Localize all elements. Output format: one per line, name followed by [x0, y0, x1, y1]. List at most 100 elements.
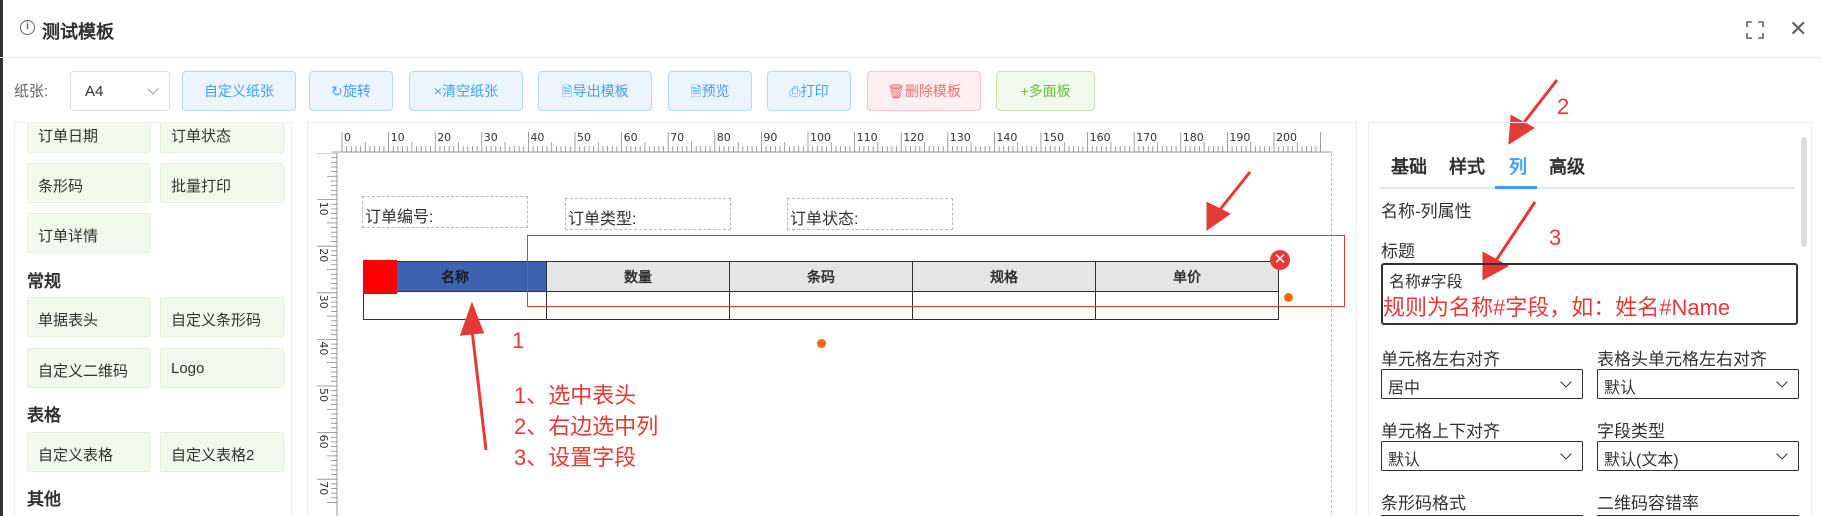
- ruler-top-label: 130: [950, 131, 971, 144]
- palette-item-doc-header[interactable]: 单据表头: [27, 297, 151, 337]
- chevron-down-icon: [1560, 448, 1572, 460]
- close-icon[interactable]: ✕: [1789, 18, 1807, 40]
- palette-group-other: 其他: [27, 490, 61, 509]
- selection-handle[interactable]: [363, 260, 397, 294]
- field-order-status[interactable]: 订单状态:: [787, 198, 953, 230]
- ruler-left-label: 60: [317, 435, 330, 449]
- ruler-top-label: 80: [717, 131, 731, 144]
- ruler-top-label: 170: [1136, 131, 1157, 144]
- palette-group-general: 常规: [27, 272, 61, 291]
- annotation-step-3: 3、设置字段: [514, 445, 637, 470]
- ruler-left-label: 50: [317, 388, 330, 402]
- palette-group-table: 表格: [27, 406, 61, 425]
- export-template-button[interactable]: 🗎导出模板: [538, 71, 652, 111]
- palette-item-order-status[interactable]: 订单状态: [160, 123, 284, 153]
- annotation-highlight-box: [527, 235, 1345, 307]
- cell-v-align-select[interactable]: 默认: [1381, 441, 1583, 471]
- section-title: 名称-列属性: [1381, 202, 1472, 221]
- barcode-format-label: 条形码格式: [1381, 494, 1466, 513]
- paper-size-value: A4: [85, 83, 104, 100]
- ruler-left-label: 10: [317, 202, 330, 216]
- ruler-top-label: 70: [670, 131, 684, 144]
- cell-h-align-value: 居中: [1388, 380, 1421, 397]
- annotation-step-1: 1、选中表头: [514, 383, 637, 408]
- palette-item-custom-barcode[interactable]: 自定义条形码: [160, 297, 284, 337]
- tab-style[interactable]: 样式: [1449, 153, 1485, 179]
- element-palette: 订单日期 订单状态 条形码 批量打印 订单详情 常规 单据表头 自定义条形码 自…: [14, 122, 292, 516]
- delete-element-icon[interactable]: ✕: [1270, 250, 1290, 270]
- ruler-left-label: 30: [317, 295, 330, 309]
- cell-h-align-label: 单元格左右对齐: [1381, 350, 1500, 369]
- ruler-top-label: 10: [391, 131, 405, 144]
- ruler-top-label: 140: [996, 131, 1017, 144]
- print-button[interactable]: ⎙打印: [767, 71, 851, 111]
- palette-item-custom-qrcode[interactable]: 自定义二维码: [27, 348, 151, 388]
- cell-v-align-label: 单元格上下对齐: [1381, 422, 1500, 441]
- paper-label: 纸张:: [14, 83, 49, 100]
- palette-item-logo[interactable]: Logo: [160, 348, 284, 388]
- delete-template-button[interactable]: 🗑删除模板: [867, 71, 981, 111]
- multi-panel-button[interactable]: +多面板: [996, 71, 1095, 111]
- fullscreen-icon[interactable]: [1746, 21, 1764, 39]
- cell-v-align-value: 默认: [1388, 452, 1421, 469]
- table-body-cell[interactable]: [363, 291, 547, 320]
- header-h-align-select[interactable]: 默认: [1597, 369, 1799, 399]
- ruler-top-label: 180: [1183, 131, 1204, 144]
- palette-item-barcode[interactable]: 条形码: [27, 163, 151, 203]
- ruler-top-label: 150: [1043, 131, 1064, 144]
- tab-column[interactable]: 列: [1509, 153, 1527, 179]
- ruler-top-label: 90: [763, 131, 777, 144]
- annotation-number-1: 1: [512, 328, 525, 353]
- ruler-top-label: 20: [437, 131, 451, 144]
- ruler-top-label: 100: [810, 131, 831, 144]
- ruler-top-label: 60: [624, 131, 638, 144]
- rotate-button[interactable]: ↻旋转: [309, 71, 393, 111]
- field-type-select[interactable]: 默认(文本): [1597, 441, 1799, 471]
- palette-item-batch-print[interactable]: 批量打印: [160, 163, 284, 203]
- chevron-down-icon: [1776, 448, 1788, 460]
- ruler-top: 0 10 20 30 40 50 60 70 80 90 100 110 120 130 140 150 160…: [332, 131, 1332, 153]
- ruler-top-label: 50: [577, 131, 591, 144]
- palette-item-custom-table2[interactable]: 自定义表格2: [160, 432, 284, 472]
- ruler-top-label: 120: [903, 131, 924, 144]
- panel-scrollbar[interactable]: [1801, 137, 1807, 247]
- preview-button[interactable]: 🗎预览: [668, 71, 752, 111]
- ruler-left-label: 40: [317, 341, 330, 355]
- tab-basic[interactable]: 基础: [1391, 153, 1427, 179]
- header-h-align-value: 默认: [1604, 380, 1637, 397]
- custom-paper-button[interactable]: 自定义纸张: [182, 71, 296, 111]
- paper-size-select[interactable]: A4: [70, 71, 170, 111]
- tab-divider: [1379, 187, 1795, 189]
- ruler-top-label: 40: [530, 131, 544, 144]
- palette-item-order-date[interactable]: 订单日期: [27, 123, 151, 153]
- header-h-align-label: 表格头单元格左右对齐: [1597, 350, 1767, 369]
- annotation-number-2: 2: [1557, 94, 1570, 119]
- palette-item-custom-table[interactable]: 自定义表格: [27, 432, 151, 472]
- annotation-rule: 规则为名称#字段，如：姓名#Name: [1383, 295, 1731, 320]
- clear-paper-button[interactable]: ×清空纸张: [409, 71, 523, 111]
- chevron-down-icon: [147, 83, 159, 95]
- cell-h-align-select[interactable]: 居中: [1381, 369, 1583, 399]
- dialog-titlebar: i 测试模板 ✕: [0, 0, 1822, 58]
- dialog-title: 测试模板: [42, 22, 114, 42]
- field-order-type[interactable]: 订单类型:: [565, 198, 731, 230]
- field-type-label: 字段类型: [1597, 422, 1665, 441]
- ruler-left-label: 20: [317, 248, 330, 262]
- palette-item-order-detail[interactable]: 订单详情: [27, 213, 151, 253]
- chevron-down-icon: [1560, 376, 1572, 388]
- window-left-edge: [0, 0, 3, 516]
- resize-handle[interactable]: [1284, 293, 1293, 302]
- title-label: 标题: [1381, 242, 1415, 261]
- qrcode-ecc-label: 二维码容错率: [1597, 494, 1699, 513]
- field-order-number[interactable]: 订单编号:: [362, 196, 528, 228]
- ruler-top-label: 30: [484, 131, 498, 144]
- field-type-value: 默认(文本): [1604, 452, 1679, 469]
- tab-advanced[interactable]: 高级: [1549, 153, 1585, 179]
- ruler-left-label: 70: [317, 481, 330, 495]
- column-title-value: 名称#字段: [1389, 272, 1463, 291]
- tab-active-indicator: [1495, 186, 1537, 189]
- ruler-top-label: 110: [857, 131, 878, 144]
- ruler-top-label: 160: [1090, 131, 1111, 144]
- ruler-top-label: 190: [1229, 131, 1250, 144]
- resize-handle[interactable]: [817, 339, 826, 348]
